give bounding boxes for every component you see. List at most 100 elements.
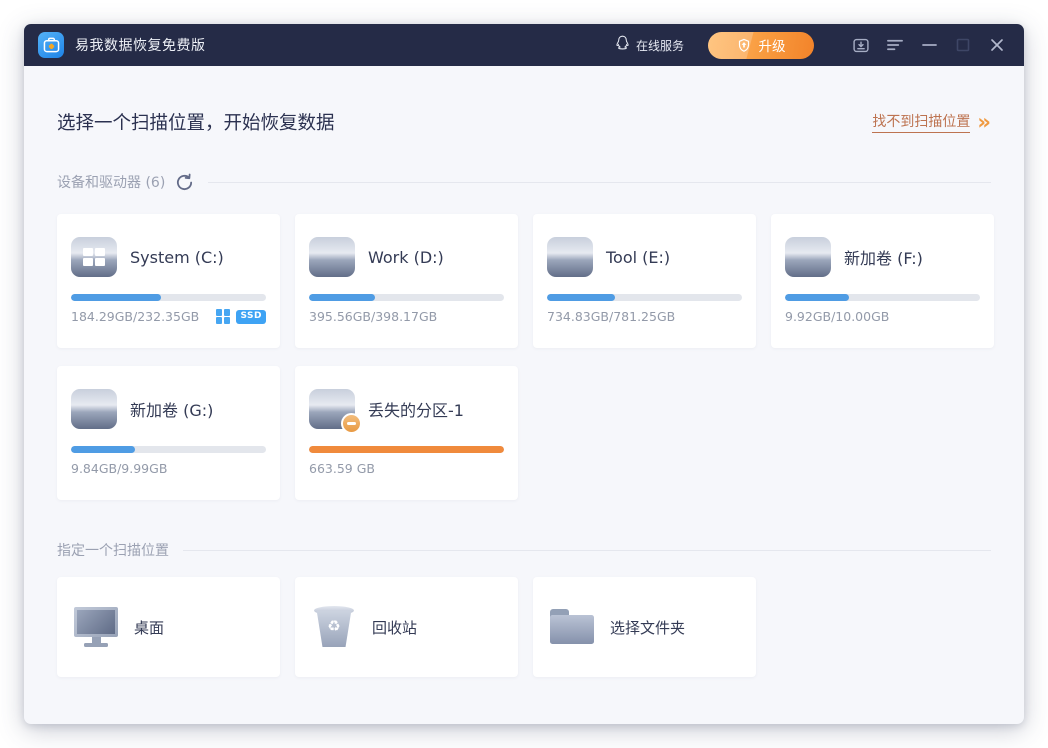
refresh-icon (175, 173, 194, 192)
capacity-bar (309, 446, 504, 453)
drive-card-bottom: 663.59 GB (309, 461, 504, 476)
maximize-button[interactable] (954, 36, 972, 54)
drive-title: System (C:) (130, 248, 224, 267)
drive-card-top: 新加卷 (G:) (71, 389, 266, 429)
drive-size-text: 9.84GB/9.99GB (71, 461, 167, 476)
drive-card-bottom: 395.56GB/398.17GB (309, 309, 504, 324)
online-service-label: 在线服务 (636, 37, 684, 54)
drive-card[interactable]: 新加卷 (F:) 9.92GB/10.00GB (771, 214, 994, 348)
drive-card-bottom: 184.29GB/232.35GB SSD (71, 309, 266, 324)
recycle-bin-icon: ♻ (311, 605, 357, 649)
drive-card-top: Work (D:) (309, 237, 504, 277)
capacity-bar-fill (785, 294, 849, 301)
drive-size-text: 734.83GB/781.25GB (547, 309, 675, 324)
upgrade-label: 升级 (759, 35, 786, 55)
minimize-button[interactable] (920, 36, 938, 54)
locations-section-header: 指定一个扫描位置 (57, 540, 991, 560)
location-title: 回收站 (372, 617, 417, 638)
capacity-bar (71, 446, 266, 453)
close-icon (990, 38, 1004, 52)
drive-size-text: 395.56GB/398.17GB (309, 309, 437, 324)
desktop-icon (73, 605, 119, 649)
capacity-bar (71, 294, 266, 301)
drive-size-text: 663.59 GB (309, 461, 375, 476)
titlebar-right: 在线服务 升级 (615, 32, 1006, 59)
drive-icon (309, 389, 355, 429)
drive-title: 新加卷 (F:) (844, 245, 923, 269)
drive-card-top: Tool (E:) (547, 237, 742, 277)
refresh-button[interactable] (175, 173, 194, 192)
main-content: 选择一个扫描位置，开始恢复数据 找不到扫描位置 » 设备和驱动器 (6) S (24, 109, 1024, 677)
app-title: 易我数据恢复免费版 (75, 35, 206, 55)
upgrade-button[interactable]: 升级 (708, 32, 814, 59)
location-card[interactable]: 桌面 (57, 577, 280, 677)
menu-button[interactable] (886, 36, 904, 54)
titlebar: 易我数据恢复免费版 在线服务 升级 (24, 24, 1024, 66)
double-chevron-right-icon: » (977, 115, 991, 129)
windows-logo-icon (216, 309, 231, 324)
locations-section-label: 指定一个扫描位置 (57, 540, 169, 560)
ssd-badge: SSD (236, 310, 266, 324)
minimize-icon (922, 43, 937, 47)
drive-title: 丢失的分区-1 (368, 397, 464, 421)
drive-card[interactable]: 丢失的分区-1 663.59 GB (295, 366, 518, 500)
upgrade-shield-icon (737, 38, 751, 53)
drive-card[interactable]: 新加卷 (G:) 9.84GB/9.99GB (57, 366, 280, 500)
capacity-bar-fill (71, 294, 161, 301)
page-header: 选择一个扫描位置，开始恢复数据 找不到扫描位置 » (57, 109, 991, 135)
lost-partition-badge-icon (341, 413, 362, 434)
drive-size-text: 9.92GB/10.00GB (785, 309, 889, 324)
location-card[interactable]: 选择文件夹 (533, 577, 756, 677)
folder-icon (549, 605, 595, 649)
app-logo-icon (38, 32, 64, 58)
app-window: 易我数据恢复免费版 在线服务 升级 (24, 24, 1024, 724)
drive-title: Tool (E:) (606, 248, 670, 267)
capacity-bar (785, 294, 980, 301)
close-button[interactable] (988, 36, 1006, 54)
windows-system-overlay-icon (71, 237, 117, 277)
drive-card[interactable]: Work (D:) 395.56GB/398.17GB (295, 214, 518, 348)
drive-icon (71, 389, 117, 429)
drive-title: Work (D:) (368, 248, 444, 267)
drive-icon (547, 237, 593, 277)
drive-badges: SSD (216, 309, 266, 324)
locations-row: 桌面 ♻ 回收站 选择文件夹 (57, 577, 991, 677)
drive-card-bottom: 9.84GB/9.99GB (71, 461, 266, 476)
drive-card-bottom: 734.83GB/781.25GB (547, 309, 742, 324)
drive-card-top: 丢失的分区-1 (309, 389, 504, 429)
qq-penguin-icon (615, 35, 630, 56)
section-divider (208, 182, 991, 183)
capacity-bar-fill (309, 294, 375, 301)
drive-card[interactable]: Tool (E:) 734.83GB/781.25GB (533, 214, 756, 348)
drives-section-label: 设备和驱动器 (6) (57, 172, 165, 192)
drive-icon (785, 237, 831, 277)
save-download-icon (852, 36, 870, 55)
cannot-find-location-link[interactable]: 找不到扫描位置 » (872, 111, 991, 133)
drive-card-top: System (C:) (71, 237, 266, 277)
capacity-bar-fill (71, 446, 135, 453)
save-report-button[interactable] (852, 36, 870, 54)
drive-card[interactable]: System (C:) 184.29GB/232.35GB SSD (57, 214, 280, 348)
capacity-bar-fill (309, 446, 504, 453)
maximize-icon (956, 38, 970, 52)
drive-card-top: 新加卷 (F:) (785, 237, 980, 277)
section-divider (183, 550, 991, 551)
hamburger-menu-icon (886, 37, 904, 53)
drive-icon (309, 237, 355, 277)
drives-grid: System (C:) 184.29GB/232.35GB SSD Work (… (57, 214, 991, 500)
drive-title: 新加卷 (G:) (130, 397, 213, 421)
location-title: 选择文件夹 (610, 617, 685, 638)
location-card[interactable]: ♻ 回收站 (295, 577, 518, 677)
drives-section-header: 设备和驱动器 (6) (57, 172, 991, 192)
capacity-bar-fill (547, 294, 615, 301)
help-link-label: 找不到扫描位置 (872, 111, 970, 133)
online-service-button[interactable]: 在线服务 (615, 35, 684, 56)
capacity-bar (547, 294, 742, 301)
drive-icon (71, 237, 117, 277)
page-title: 选择一个扫描位置，开始恢复数据 (57, 109, 335, 135)
drive-card-bottom: 9.92GB/10.00GB (785, 309, 980, 324)
titlebar-icons (836, 36, 1006, 54)
capacity-bar (309, 294, 504, 301)
location-title: 桌面 (134, 617, 164, 638)
drive-size-text: 184.29GB/232.35GB (71, 309, 199, 324)
